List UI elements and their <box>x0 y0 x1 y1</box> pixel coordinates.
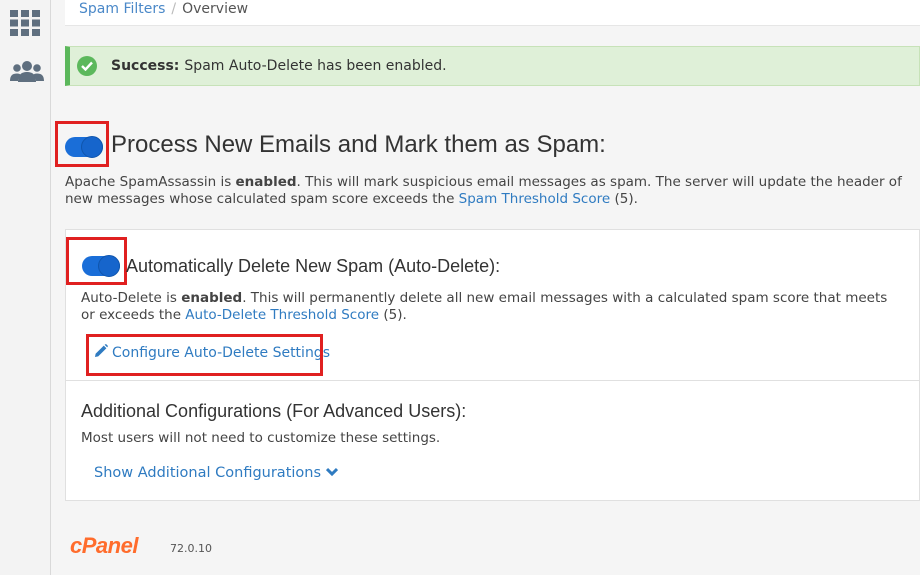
toggle-knob <box>81 136 103 158</box>
auto-desc-prefix: Auto-Delete is <box>81 290 182 306</box>
breadcrumb: Spam Filters / Overview <box>65 0 920 26</box>
process-description: Apache SpamAssassin is enabled. This wil… <box>65 174 915 208</box>
auto-desc-suffix: (5). <box>379 307 407 323</box>
sidebar <box>0 0 51 575</box>
breadcrumb-link-spam-filters[interactable]: Spam Filters <box>79 1 165 17</box>
breadcrumb-current: Overview <box>182 1 249 17</box>
configure-label: Configure Auto-Delete Settings <box>112 345 330 361</box>
settings-panel: Automatically Delete New Spam (Auto-Dele… <box>65 229 920 501</box>
configure-auto-delete-link[interactable]: Configure Auto-Delete Settings <box>94 344 330 362</box>
pencil-icon <box>94 344 108 362</box>
additional-config-description: Most users will not need to customize th… <box>81 430 441 446</box>
auto-delete-description: Auto-Delete is enabled. This will perman… <box>81 290 901 324</box>
cpanel-logo[interactable]: cPanel <box>70 533 138 559</box>
spam-threshold-link[interactable]: Spam Threshold Score <box>459 191 611 207</box>
auto-delete-title: Automatically Delete New Spam (Auto-Dele… <box>126 256 501 276</box>
process-spam-toggle[interactable] <box>65 136 103 158</box>
grid-icon[interactable] <box>10 10 42 38</box>
breadcrumb-separator: / <box>171 1 177 17</box>
additional-config-title: Additional Configurations (For Advanced … <box>81 401 467 421</box>
check-icon <box>77 56 97 76</box>
auto-delete-status: enabled <box>181 290 243 306</box>
process-desc-prefix: Apache SpamAssassin is <box>65 174 236 190</box>
process-status: enabled <box>235 174 297 190</box>
alert-strong: Success: <box>111 58 180 74</box>
show-additional-config-link[interactable]: Show Additional Configurations <box>94 465 339 481</box>
panel-divider <box>66 380 920 381</box>
users-icon[interactable] <box>10 60 44 88</box>
main-content: Spam Filters / Overview Success: Spam Auto… <box>51 0 920 575</box>
auto-delete-threshold-link[interactable]: Auto-Delete Threshold Score <box>185 307 379 323</box>
chevron-down-icon <box>325 465 339 481</box>
toggle-knob <box>98 255 120 277</box>
version-text: 72.0.10 <box>170 542 212 555</box>
process-title: Process New Emails and Mark them as Spam… <box>111 131 606 158</box>
process-desc-suffix: (5). <box>610 191 638 207</box>
success-alert: Success: Spam Auto-Delete has been enabl… <box>65 46 920 86</box>
alert-message: Spam Auto-Delete has been enabled. <box>184 58 447 74</box>
show-label: Show Additional Configurations <box>94 465 322 481</box>
auto-delete-toggle[interactable] <box>82 255 120 277</box>
